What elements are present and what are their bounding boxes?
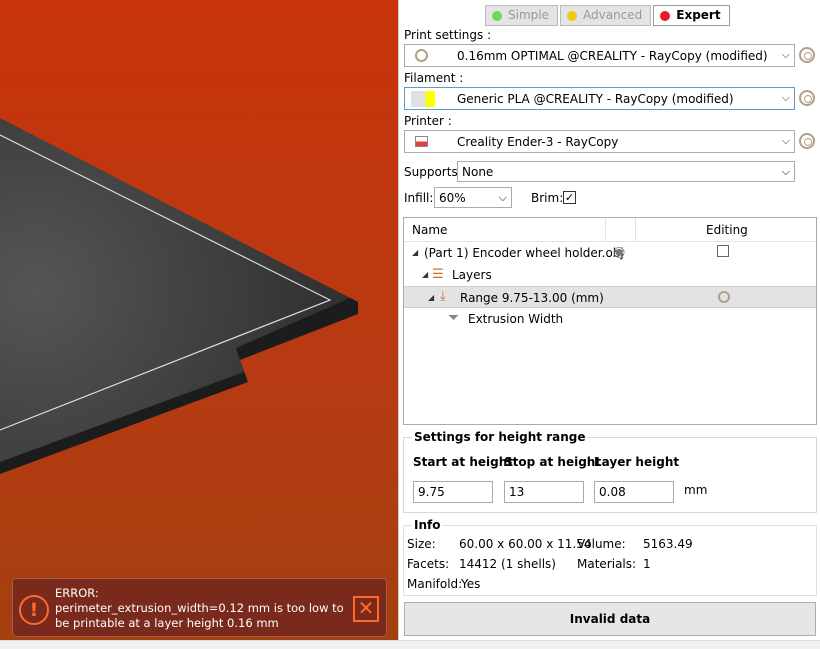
materials-label: Materials: [577,557,637,571]
mode-expert-label: Expert [676,8,721,22]
height-range-group: Settings for height range Start at heigh… [403,430,817,513]
extrusion-width-label: Extrusion Width [468,312,564,326]
printer-select[interactable]: Creality Ender-3 - RayCopy ⌵ [404,130,795,153]
volume-value: 5163.49 [643,537,693,551]
list-item[interactable]: ◢ ⤓ Range 9.75-13.00 (mm) [404,286,816,308]
height-range-title: Settings for height range [412,430,588,444]
mode-simple-button[interactable]: Simple [485,5,558,26]
chevron-down-icon: ⌵ [781,165,790,178]
error-icon: ! [19,595,49,625]
invalid-data-button[interactable]: Invalid data [404,602,816,636]
model-preview [0,118,358,474]
start-height-label: Start at height [413,455,513,469]
expand-triangle-icon[interactable]: ◢ [412,248,418,257]
manifold-label: Manifold: [407,577,463,591]
filament-edit-gear-icon[interactable] [799,90,815,106]
print-settings-edit-gear-icon[interactable] [799,47,815,63]
object-list-header: Name Editing [404,218,816,242]
brim-checkbox[interactable]: ✓ [563,191,576,204]
mode-advanced-label: Advanced [582,8,643,22]
size-label: Size: [407,537,436,551]
expert-dot-icon [660,10,671,21]
column-editing[interactable]: Editing [706,223,748,237]
unit-label: mm [684,483,708,497]
edit-object-icon[interactable] [717,245,729,257]
printer-label: Printer : [404,114,452,128]
settings-sidebar: Simple Advanced Expert Print settings : … [398,0,820,649]
filament-value: Generic PLA @CREALITY - RayCopy (modifie… [457,92,734,106]
mode-expert-button[interactable]: Expert [653,5,730,26]
layers-label: Layers [452,268,492,282]
brim-label: Brim: [531,191,564,205]
infill-label: Infill: [404,191,434,205]
filament-label: Filament : [404,71,464,85]
close-icon[interactable]: ✕ [353,596,379,622]
filament-color-swatch-icon [411,91,435,107]
chevron-down-icon: ⌵ [498,191,507,204]
printer-edit-gear-icon[interactable] [799,133,815,149]
supports-label: Supports: [404,165,462,179]
print-settings-label: Print settings : [404,28,492,42]
info-title: Info [412,518,443,532]
range-gear-icon[interactable] [718,291,730,303]
list-item[interactable]: ◢ (Part 1) Encoder wheel holder.obj ◉ [404,242,816,264]
list-item[interactable]: ⏷ Extrusion Width [404,308,816,330]
info-group: Info Size: 60.00 x 60.00 x 11.54 Volume:… [403,518,817,596]
layer-height-label: Layer height [594,455,680,469]
mode-switcher: Simple Advanced Expert [485,5,730,26]
expand-triangle-icon[interactable]: ◢ [428,293,434,302]
chevron-down-icon: ⌵ [781,48,790,61]
supports-value: None [462,165,494,179]
eye-icon[interactable]: ◉ [613,244,625,260]
stop-height-label: Stop at height [504,455,602,469]
error-message: perimeter_extrusion_width=0.12 mm is too… [55,601,344,630]
print-settings-select[interactable]: 0.16mm OPTIMAL @CREALITY - RayCopy (modi… [404,44,795,67]
expand-triangle-icon[interactable]: ◢ [422,270,428,279]
status-bar [0,640,820,649]
size-value: 60.00 x 60.00 x 11.54 [459,537,592,551]
chevron-down-icon: ⌵ [781,91,790,104]
funnel-icon: ⏷ [448,310,460,326]
printer-value: Creality Ender-3 - RayCopy [457,135,619,149]
infill-value: 60% [439,191,466,205]
print-settings-gear-icon [415,49,428,62]
printer-icon [415,136,428,147]
advanced-dot-icon [566,10,577,21]
object-name: (Part 1) Encoder wheel holder.obj [424,246,624,260]
supports-select[interactable]: None ⌵ [457,161,795,182]
facets-label: Facets: [407,557,450,571]
stop-height-input[interactable]: 13 [504,481,584,503]
layer-height-input[interactable]: 0.08 [594,481,674,503]
print-settings-value: 0.16mm OPTIMAL @CREALITY - RayCopy (modi… [457,49,768,63]
3d-viewport[interactable]: ! ERROR: perimeter_extrusion_width=0.12 … [0,0,398,649]
error-text: ERROR: perimeter_extrusion_width=0.12 mm… [55,586,345,631]
mode-advanced-button[interactable]: Advanced [559,5,652,26]
list-item[interactable]: ◢ ☰ Layers [404,264,816,286]
range-icon: ⤓ [440,289,446,304]
manifold-value: Yes [461,577,481,591]
infill-select[interactable]: 60% ⌵ [434,187,512,208]
chevron-down-icon: ⌵ [781,134,790,147]
volume-label: Volume: [577,537,626,551]
simple-dot-icon [492,10,502,21]
start-height-input[interactable]: 9.75 [413,481,493,503]
object-list: Name Editing ◢ (Part 1) Encoder wheel ho… [403,217,817,425]
mode-simple-label: Simple [508,8,549,22]
filament-select[interactable]: Generic PLA @CREALITY - RayCopy (modifie… [404,87,795,110]
facets-value: 14412 (1 shells) [459,557,556,571]
error-notification: ! ERROR: perimeter_extrusion_width=0.12 … [12,578,387,637]
column-name[interactable]: Name [412,223,447,237]
layers-icon: ☰ [432,267,444,282]
materials-value: 1 [643,557,651,571]
error-title: ERROR: [55,586,99,600]
model-top-face [0,118,350,462]
range-label: Range 9.75-13.00 (mm) [460,291,604,305]
